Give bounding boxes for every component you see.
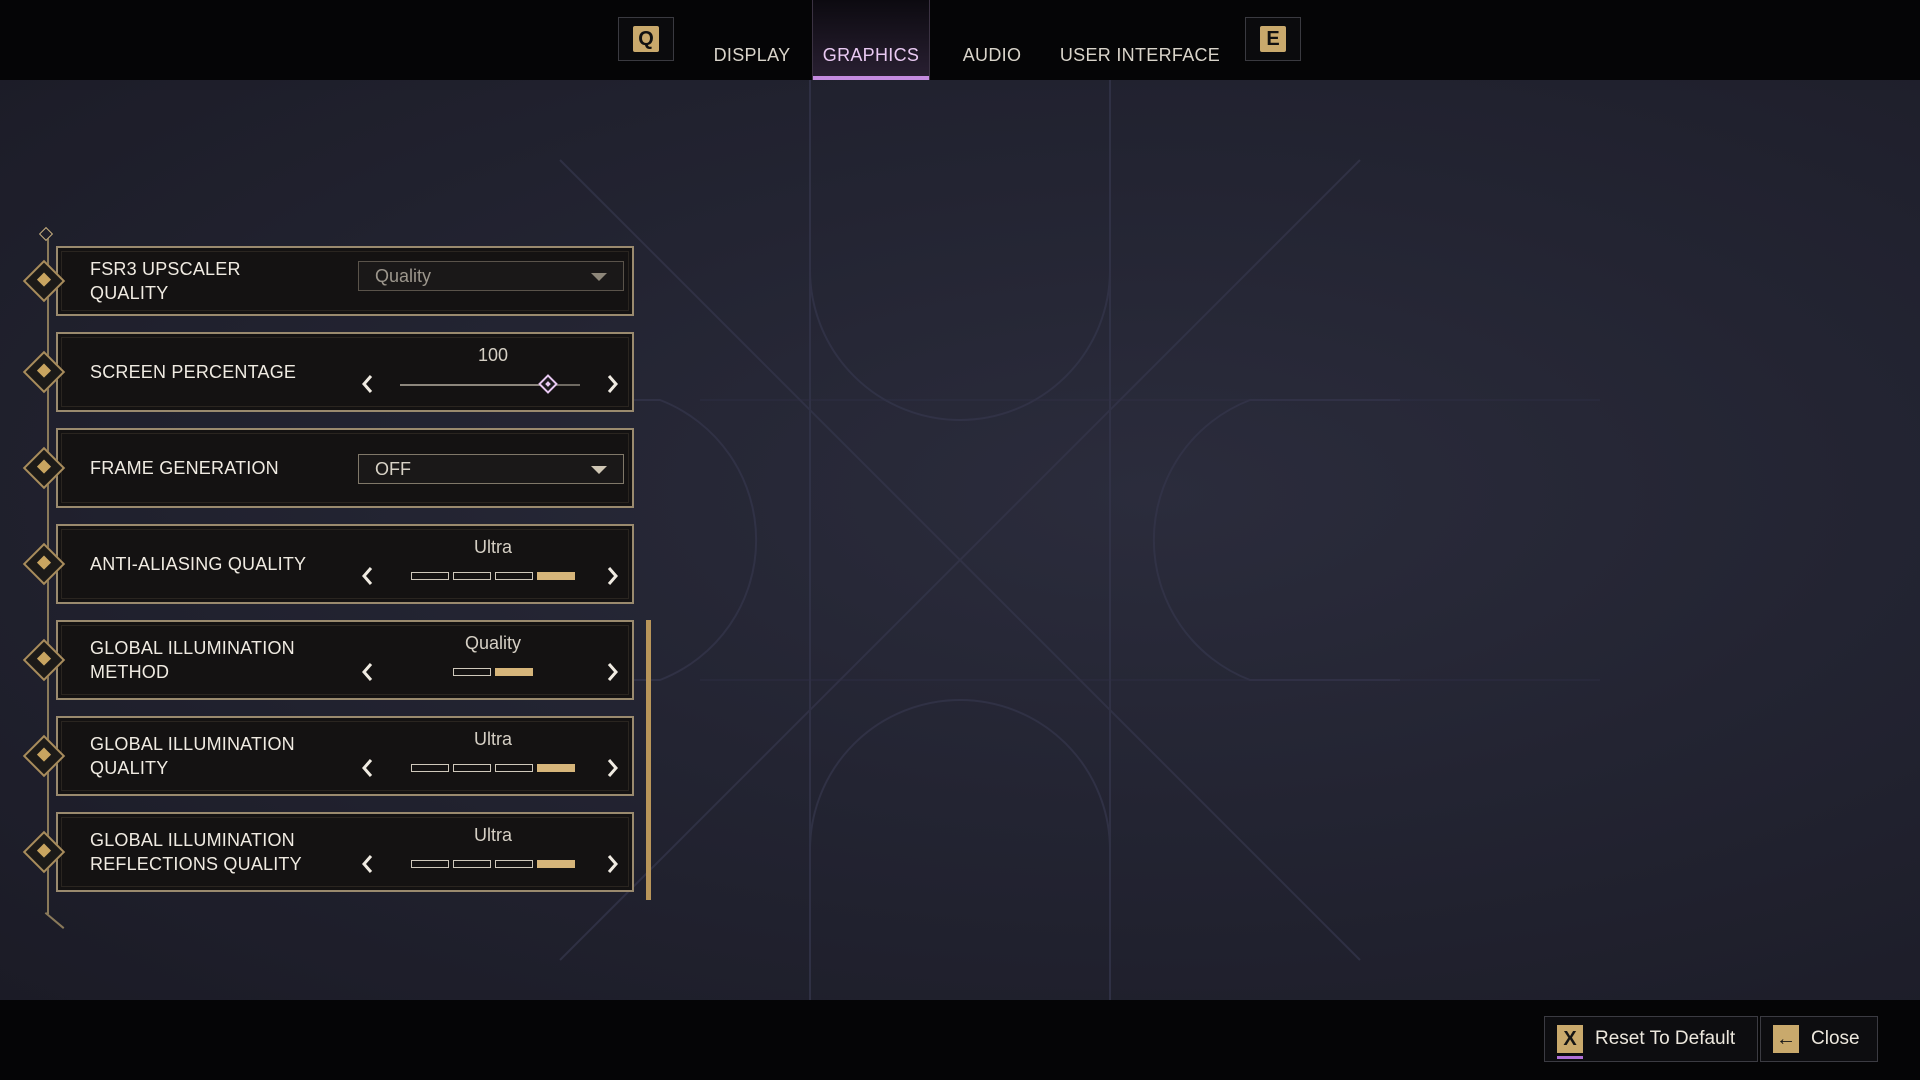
tab-audio-label: AUDIO bbox=[962, 45, 1022, 65]
quality-level-segment bbox=[453, 764, 491, 772]
close-button[interactable]: ← Close bbox=[1760, 1016, 1878, 1062]
dropdown-value: Quality bbox=[375, 266, 432, 286]
tab-display-label: DISPLAY bbox=[713, 45, 791, 65]
tab-graphics[interactable]: GRAPHICS bbox=[812, 0, 930, 80]
slider-thumb[interactable] bbox=[537, 374, 558, 394]
quality-level-segment bbox=[495, 764, 533, 772]
quality-level-segment bbox=[411, 860, 449, 868]
reset-to-default-label: Reset To Default bbox=[1595, 1028, 1736, 1049]
chevron-right-icon[interactable] bbox=[604, 758, 620, 778]
setting-row-global-illumination-method[interactable]: GLOBAL ILLUMINATION METHOD Quality bbox=[22, 620, 634, 700]
quality-level-segment bbox=[537, 860, 575, 868]
prev-tab-key-button[interactable]: Q bbox=[618, 17, 674, 61]
chevron-right-icon[interactable] bbox=[604, 662, 620, 682]
quality-level-bars bbox=[58, 572, 632, 580]
quality-level-segment bbox=[453, 668, 491, 676]
quality-level-segment bbox=[411, 572, 449, 580]
setting-row-screen-percentage[interactable]: SCREEN PERCENTAGE 100 bbox=[22, 332, 634, 412]
quality-level-bars bbox=[58, 860, 632, 868]
quality-level-segment bbox=[495, 668, 533, 676]
screen-percentage-slider-fill bbox=[400, 384, 548, 386]
quality-level-segment bbox=[495, 572, 533, 580]
setting-label: FSR3 UPSCALER QUALITY bbox=[90, 259, 241, 303]
chevron-down-icon bbox=[591, 273, 607, 281]
setting-label: FRAME GENERATION bbox=[90, 458, 279, 478]
chevron-right-icon[interactable] bbox=[604, 374, 620, 394]
quality-level-segment bbox=[411, 764, 449, 772]
quality-level-segment bbox=[537, 572, 575, 580]
setting-row-frame-generation[interactable]: FRAME GENERATION OFF bbox=[22, 428, 634, 508]
tab-display[interactable]: DISPLAY bbox=[700, 0, 804, 80]
chevron-down-icon bbox=[591, 466, 607, 474]
reset-to-default-button[interactable]: X Reset To Default bbox=[1544, 1016, 1758, 1062]
gi-method-value: Quality bbox=[464, 633, 522, 653]
quality-level-segment bbox=[495, 860, 533, 868]
close-label: Close bbox=[1811, 1028, 1860, 1049]
gi-quality-value: Ultra bbox=[473, 729, 512, 749]
chevron-right-icon[interactable] bbox=[604, 854, 620, 874]
next-tab-key-button[interactable]: E bbox=[1245, 17, 1301, 61]
setting-label: SCREEN PERCENTAGE bbox=[90, 362, 297, 382]
setting-row-global-illumination-reflections-quality[interactable]: GLOBAL ILLUMINATION REFLECTIONS QUALITY U… bbox=[22, 812, 634, 892]
quality-level-segment bbox=[453, 572, 491, 580]
chevron-right-icon[interactable] bbox=[604, 566, 620, 586]
chevron-left-icon[interactable] bbox=[360, 374, 376, 394]
quality-level-segment bbox=[537, 764, 575, 772]
settings-scrollbar[interactable] bbox=[646, 620, 651, 900]
frame-generation-dropdown[interactable]: OFF bbox=[358, 454, 624, 484]
screen-percentage-value: 100 bbox=[477, 345, 509, 365]
top-nav-bar: Q DISPLAY GRAPHICS AUDIO USER INTERFACE … bbox=[0, 0, 1920, 80]
anti-aliasing-value: Ultra bbox=[473, 537, 512, 557]
quality-level-bars bbox=[58, 668, 632, 676]
q-key-icon: Q bbox=[633, 26, 659, 52]
quality-level-bars bbox=[58, 764, 632, 772]
x-key-icon: X bbox=[1557, 1025, 1583, 1059]
setting-label: GLOBAL ILLUMINATION QUALITY bbox=[90, 718, 320, 794]
label-line-1: GLOBAL ILLUMINATION bbox=[90, 734, 295, 754]
dropdown-value: OFF bbox=[375, 459, 411, 479]
label-line-1: GLOBAL ILLUMINATION bbox=[90, 638, 295, 658]
tab-user-interface-label: USER INTERFACE bbox=[1059, 45, 1221, 65]
back-arrow-key-icon: ← bbox=[1773, 1025, 1799, 1053]
fsr3-quality-dropdown[interactable]: Quality bbox=[358, 261, 624, 291]
tab-graphics-label: GRAPHICS bbox=[822, 45, 920, 65]
tab-audio[interactable]: AUDIO bbox=[950, 0, 1034, 80]
setting-row-anti-aliasing-quality[interactable]: ANTI-ALIASING QUALITY Ultra bbox=[22, 524, 634, 604]
label-line-1: GLOBAL ILLUMINATION bbox=[90, 830, 295, 850]
setting-row-fsr3-upscaler-quality[interactable]: FSR3 UPSCALER QUALITY Quality bbox=[22, 246, 634, 316]
setting-label: GLOBAL ILLUMINATION METHOD bbox=[90, 622, 320, 698]
e-key-icon: E bbox=[1260, 26, 1286, 52]
setting-row-global-illumination-quality[interactable]: GLOBAL ILLUMINATION QUALITY Ultra bbox=[22, 716, 634, 796]
setting-label: ANTI-ALIASING QUALITY bbox=[90, 554, 307, 574]
gi-reflections-value: Ultra bbox=[473, 825, 512, 845]
setting-label: GLOBAL ILLUMINATION REFLECTIONS QUALITY bbox=[90, 814, 320, 890]
tab-user-interface[interactable]: USER INTERFACE bbox=[1050, 0, 1230, 80]
quality-level-segment bbox=[453, 860, 491, 868]
